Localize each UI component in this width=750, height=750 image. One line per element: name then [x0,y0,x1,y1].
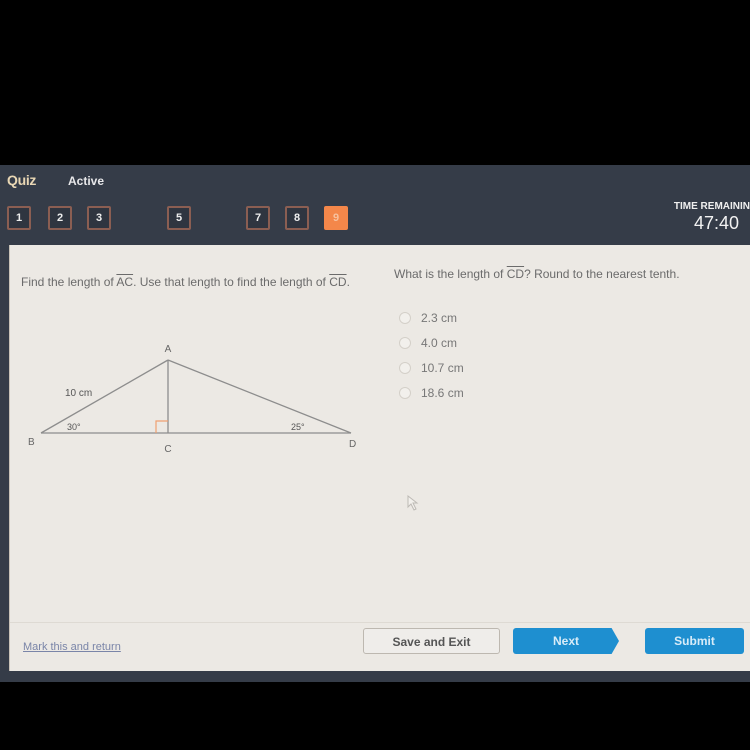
segment-cd: CD [506,267,525,281]
answer-choices: 2.3 cm 4.0 cm 10.7 cm 18.6 cm [399,305,464,405]
triangle-diagram: A B C D 10 cm 30° 25° [28,344,356,455]
choice-2-3-cm[interactable]: 2.3 cm [399,305,464,330]
choice-label: 2.3 cm [421,310,458,325]
question-button-5[interactable]: 5 [167,206,191,230]
choice-label: 18.6 cm [421,385,464,400]
question-panel: Find the length of AC. Use that length t… [9,245,750,671]
vertex-label-c: C [164,444,171,455]
prompt-text: Find the length of [21,275,117,289]
radio-icon[interactable] [399,336,411,349]
time-remaining-value: 47:40 [693,213,739,233]
ask-text: What is the length of [394,267,507,281]
time-remaining-label: TIME REMAININ [673,201,750,212]
radio-icon[interactable] [399,311,411,324]
save-and-exit-button[interactable]: Save and Exit [363,628,500,654]
question-button-2[interactable]: 2 [48,206,72,230]
vertex-label-d: D [349,439,356,450]
question-button-1[interactable]: 1 [7,206,31,230]
quiz-status: Active [68,174,105,188]
vertex-label-b: B [28,437,35,448]
question-prompt: Find the length of AC. Use that length t… [21,267,366,297]
quiz-title: Quiz [7,172,37,188]
next-button[interactable]: Next [513,628,619,654]
angle-label-d: 25° [291,422,305,432]
prompt-text: . [346,275,350,289]
ask-text: ? Round to the nearest tenth. [524,267,680,281]
question-button-3[interactable]: 3 [87,206,111,230]
choice-18-6-cm[interactable]: 18.6 cm [399,380,464,405]
vertex-label-a: A [165,344,172,355]
side-ad [167,359,352,434]
right-angle-marker [155,420,168,433]
segment-ac: AC [116,275,134,289]
question-button-7[interactable]: 7 [246,206,270,230]
footer-divider [10,622,750,623]
choice-label: 10.7 cm [421,360,464,375]
submit-button[interactable]: Submit [645,628,744,654]
angle-label-b: 30° [67,422,81,432]
segment-cd: CD [329,275,347,289]
question-button-9-current[interactable]: 9 [324,206,348,230]
side-label-10cm: 10 cm [65,388,92,399]
prompt-text: . Use that length to find the length of [133,275,330,289]
mouse-pointer-icon [407,495,419,511]
choice-4-0-cm[interactable]: 4.0 cm [399,330,464,355]
radio-icon[interactable] [399,361,411,374]
choice-10-7-cm[interactable]: 10.7 cm [399,355,464,380]
question-ask: What is the length of CD? Round to the n… [394,267,680,281]
quiz-screen: Quiz Active 1 2 3 5 7 8 9 TIME REMAININ … [0,165,750,682]
radio-icon[interactable] [399,386,411,399]
question-button-8[interactable]: 8 [285,206,309,230]
side-ab [40,359,169,434]
mark-and-return-link[interactable]: Mark this and return [23,641,121,653]
choice-label: 4.0 cm [421,335,458,350]
